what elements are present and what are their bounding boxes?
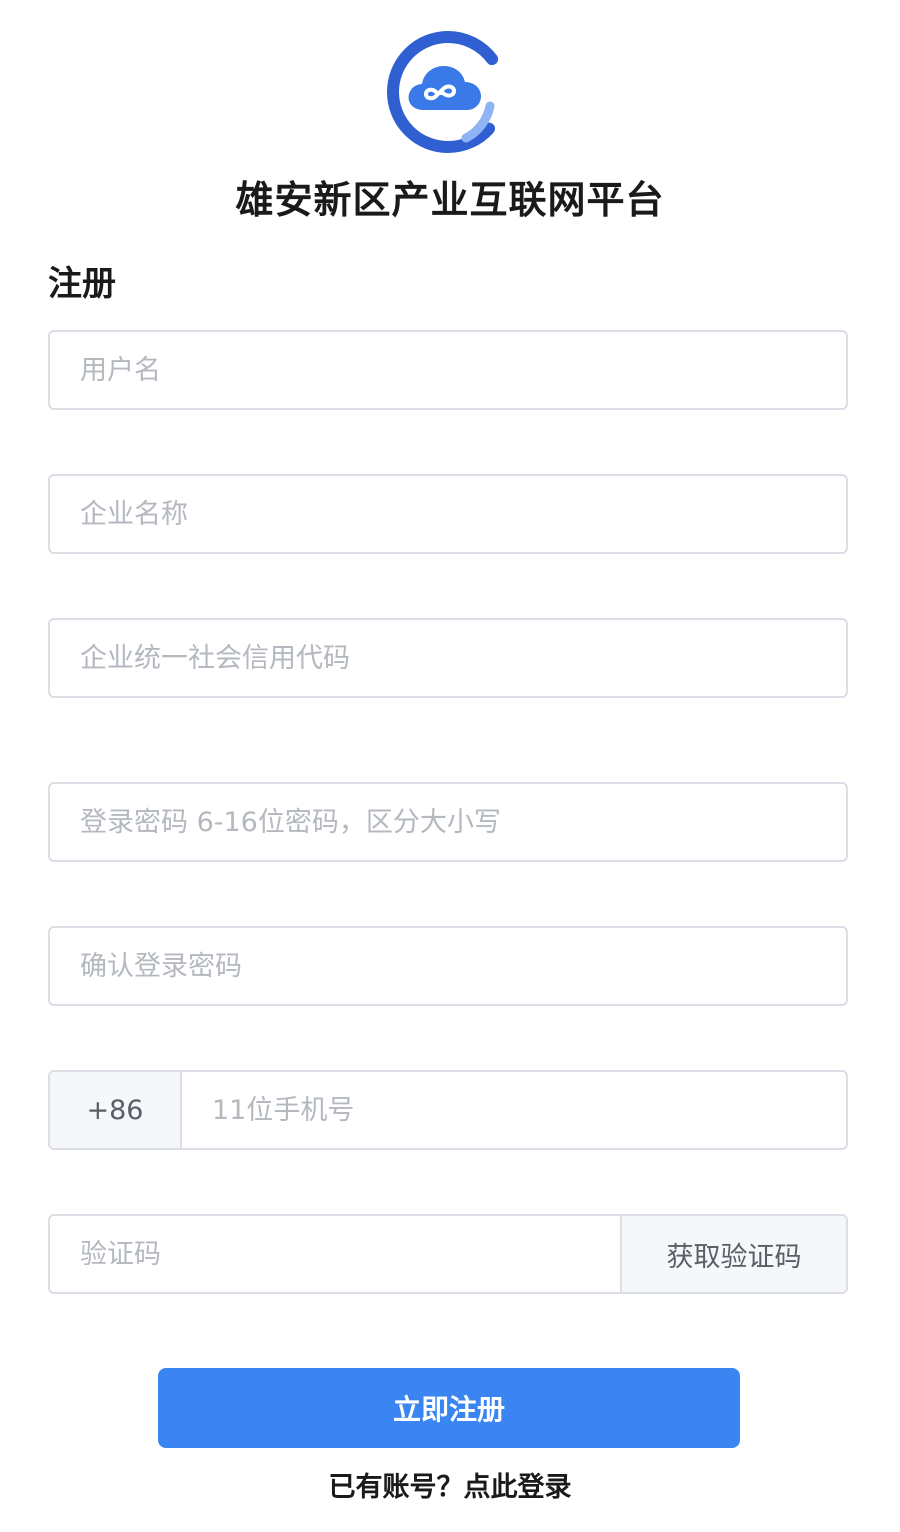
username-input[interactable] [50,332,846,408]
app-title: 雄安新区产业互联网平台 [235,178,665,222]
confirm-password-input[interactable] [50,928,846,1004]
password-field [48,782,848,862]
form-title: 注册 [48,264,116,304]
phone-input[interactable] [182,1072,846,1148]
verification-code-input[interactable] [50,1216,620,1292]
verification-code-field: 获取验证码 [48,1214,848,1294]
cloud-infinity-logo-icon [387,31,509,153]
confirm-password-field [48,926,848,1006]
login-link[interactable]: 已有账号？点此登录 [0,1466,900,1510]
password-input[interactable] [50,784,846,860]
credit-code-field [48,618,848,698]
register-button[interactable]: 立即注册 [158,1368,740,1448]
company-name-field [48,474,848,554]
company-name-input[interactable] [50,476,846,552]
get-code-button[interactable]: 获取验证码 [620,1216,846,1292]
credit-code-input[interactable] [50,620,846,696]
phone-field: +86 [48,1070,848,1150]
username-field [48,330,848,410]
country-code-prefix: +86 [50,1072,182,1148]
